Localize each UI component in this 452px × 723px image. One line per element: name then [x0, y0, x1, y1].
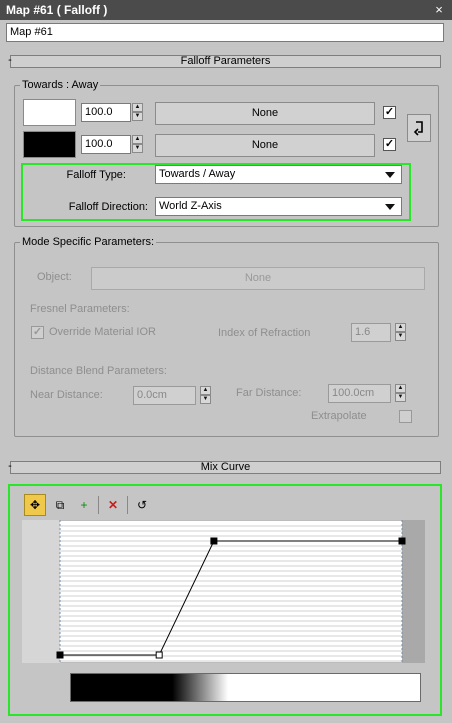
- falloff-type-label: Falloff Type:: [66, 169, 126, 181]
- reset-curve-icon[interactable]: ↺: [132, 495, 152, 515]
- chevron-down-icon: [385, 204, 395, 210]
- falloff-type-value: Towards / Away: [159, 168, 236, 180]
- swap-colors-icon: [413, 121, 423, 136]
- object-label: Object:: [37, 271, 72, 283]
- mode-specific-group-label: Mode Specific Parameters:: [20, 236, 157, 249]
- far-distance-label: Far Distance:: [236, 387, 302, 399]
- extrapolate-checkbox[interactable]: [399, 410, 412, 423]
- rollout-title: Falloff Parameters: [180, 55, 271, 67]
- towards-away-group-label: Towards : Away: [20, 79, 101, 92]
- map-name-field[interactable]: Map #61: [6, 23, 444, 42]
- near-distance-input[interactable]: 0.0cm: [133, 386, 196, 405]
- override-ior-checkbox[interactable]: ✓: [31, 326, 44, 339]
- mix-curve-graph[interactable]: [22, 520, 425, 663]
- curve-control-point[interactable]: [155, 651, 163, 659]
- swap-colors-button[interactable]: [407, 114, 431, 142]
- toolbar-separator: [127, 496, 128, 514]
- falloff-direction-dropdown[interactable]: World Z-Axis: [155, 197, 402, 216]
- color1-map-button[interactable]: None: [155, 102, 375, 125]
- color1-amount-input[interactable]: 100.0: [81, 103, 131, 122]
- curve-control-point[interactable]: [398, 537, 406, 545]
- ior-label: Index of Refraction: [218, 327, 311, 339]
- ior-input[interactable]: 1.6: [351, 323, 391, 342]
- rollout-title: Mix Curve: [200, 461, 251, 473]
- rollout-toggle-icon[interactable]: -: [5, 55, 15, 68]
- color2-map-button[interactable]: None: [155, 134, 375, 157]
- near-distance-spinner[interactable]: ▲ ▼: [200, 386, 211, 405]
- delete-point-icon[interactable]: ✕: [103, 495, 123, 515]
- mix-curve-toolbar: ✥ ⧉ + ✕ ↺: [24, 494, 176, 516]
- falloff-type-dropdown[interactable]: Towards / Away: [155, 165, 402, 184]
- color1-swatch[interactable]: [23, 99, 76, 126]
- falloff-parameters-rollout-header[interactable]: Falloff Parameters: [10, 55, 441, 68]
- window-title: Map #61 ( Falloff ): [0, 0, 452, 20]
- color1-amount-spinner[interactable]: ▲ ▼: [132, 103, 143, 122]
- scale-point-icon[interactable]: ⧉: [50, 495, 70, 515]
- mix-curve-gradient-preview: [70, 673, 421, 702]
- add-point-icon[interactable]: +: [74, 495, 94, 515]
- toolbar-separator: [98, 496, 99, 514]
- curve-control-point[interactable]: [56, 651, 64, 659]
- color2-swatch[interactable]: [23, 131, 76, 158]
- curve-control-point[interactable]: [210, 537, 218, 545]
- mix-curve-rollout-header[interactable]: Mix Curve: [10, 461, 441, 474]
- falloff-direction-label: Falloff Direction:: [68, 201, 148, 213]
- move-point-icon[interactable]: ✥: [24, 494, 46, 516]
- near-distance-label: Near Distance:: [30, 389, 103, 401]
- color1-map-enable-checkbox[interactable]: ✓: [383, 106, 396, 119]
- close-icon[interactable]: ×: [432, 0, 446, 20]
- rollout-toggle-icon[interactable]: -: [5, 461, 15, 474]
- color2-map-enable-checkbox[interactable]: ✓: [383, 138, 396, 151]
- ior-spinner[interactable]: ▲ ▼: [395, 323, 406, 342]
- chevron-down-icon: [385, 172, 395, 178]
- extrapolate-label: Extrapolate: [311, 410, 367, 422]
- color2-amount-spinner[interactable]: ▲ ▼: [132, 135, 143, 154]
- object-pick-button[interactable]: None: [91, 267, 425, 290]
- distance-blend-label: Distance Blend Parameters:: [30, 365, 167, 377]
- far-distance-input[interactable]: 100.0cm: [328, 384, 391, 403]
- far-distance-spinner[interactable]: ▲ ▼: [395, 384, 406, 403]
- falloff-direction-value: World Z-Axis: [159, 200, 222, 212]
- fresnel-parameters-label: Fresnel Parameters:: [30, 303, 130, 315]
- color2-amount-input[interactable]: 100.0: [81, 135, 131, 154]
- override-ior-label: Override Material IOR: [49, 326, 156, 338]
